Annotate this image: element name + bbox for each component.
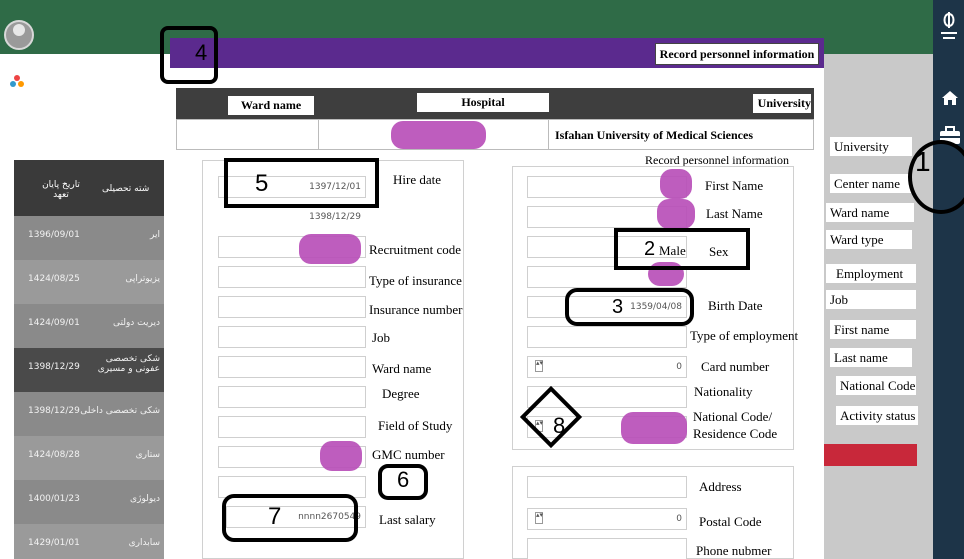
redacted-first-name [660,169,692,199]
address-label: Address [699,479,742,494]
field-of-study-input[interactable] [218,416,366,438]
redacted-national-code [621,412,687,444]
filter-employment[interactable]: Employment [826,264,916,283]
recruitment-code-label: Recruitment code [369,242,462,257]
callout-box-4 [160,26,218,84]
filter-last-name[interactable]: Last name [830,348,912,367]
callout-box-2 [614,228,750,270]
redacted-gmc-number [320,441,362,471]
search-button[interactable] [824,444,917,466]
callout-box-3 [565,288,694,326]
stepper-icon[interactable]: ▴▾ [535,360,543,372]
callout-number-7: 7 [268,503,282,530]
phone-number-input[interactable] [527,538,687,559]
table-date: 1400/01/23 [28,494,80,504]
dialog-title: Record personnel information [655,43,819,65]
employment-type-input[interactable] [527,326,687,348]
column-divider [318,119,319,150]
callout-number-8: 8 [553,413,566,438]
job-label: Job [372,330,391,345]
emblem-icon [941,12,957,39]
callout-number-3: 3 [612,296,624,318]
table-field: سابداری [128,538,160,548]
background-table-header: تاریخ پایان تعهد شته تحصیلی [14,160,164,216]
redacted-recruitment-code [299,234,361,264]
stepper-icon[interactable]: ▴▾ [535,512,543,524]
filter-university[interactable]: University [830,137,912,156]
filter-activity-status[interactable]: Activity status [836,406,918,425]
last-name-label: Last Name [706,206,763,221]
ward-name-label: Ward name [372,361,432,376]
callout-box-7 [222,494,358,542]
filter-national-code[interactable]: National Code [836,376,916,395]
table-date: 1396/09/01 [28,230,80,240]
filter-first-name[interactable]: First name [830,320,916,339]
field-of-study-label: Field of Study [378,418,453,433]
first-name-label: First Name [705,178,764,193]
table-date: 1424/08/28 [28,450,80,460]
residence-code-label: Residence Code [693,426,778,441]
national-code-label: National Code/ [693,409,773,424]
employment-type-label: Type of employment [690,328,799,343]
app-logo-icon [10,75,24,87]
table-date: 1424/09/01 [28,318,80,328]
address-input[interactable] [527,476,687,498]
table-date: 1398/12/29 [28,362,80,372]
header-university: University [753,94,811,113]
avatar-head [13,24,25,36]
callout-number-1: 1 [915,146,931,177]
table-field: یزیوتراپی [125,274,160,284]
column-header: تاریخ پایان تعهد [42,180,80,200]
home-icon[interactable] [940,88,960,108]
table-field: ستاری [135,450,160,460]
birth-date-label: Birth Date [708,298,763,313]
degree-input[interactable] [218,386,366,408]
callout-number-2: 2 [644,238,656,260]
callout-box-5 [224,158,379,208]
insurance-number-label: Insurance number [369,302,463,317]
callout-number-6: 6 [397,467,410,492]
column-divider [548,119,549,150]
postal-code-input[interactable]: 0 [527,508,687,530]
end-date-input[interactable]: 1398/12/29 [218,206,366,228]
redacted-hospital [391,121,486,149]
table-field: دیولوژی [130,494,160,504]
nationality-label: Nationality [694,384,753,399]
table-field: ایر [150,230,160,240]
table-date: 1424/08/25 [28,274,80,284]
phone-number-label: Phone nubmer [696,543,772,558]
table-field: دیریت دولتی [113,318,160,328]
table-field: شکی تخصصی عفونی و مسیری [97,354,160,374]
insurance-type-label: Type of insurance [369,273,462,288]
card-number-input[interactable]: 0 [527,356,687,378]
insurance-number-input[interactable] [218,296,366,318]
gmc-number-label: GMC number [372,447,445,462]
ward-name-input[interactable] [218,356,366,378]
redacted-last-name [657,199,695,229]
background-table: 1396/09/01 ایر 1424/08/25 یزیوتراپی 1424/0… [14,160,164,559]
callout-number-4: 4 [195,40,208,65]
card-number-label: Card number [701,359,770,374]
header-ward-name: Ward name [228,96,314,115]
filter-ward-name[interactable]: Ward name [826,203,914,222]
degree-label: Degree [382,386,420,401]
last-salary-label: Last salary [379,512,436,527]
table-date: 1398/12/29 [28,406,80,416]
job-input[interactable] [218,326,366,348]
filter-center-name[interactable]: Center name [830,174,912,193]
header-hospital: Hospital [417,93,549,112]
filter-job[interactable]: Job [826,290,916,309]
university-value: Isfahan University of Medical Sciences [555,128,753,142]
table-field: شکی تخصصی داخلی [80,406,160,416]
hire-date-label: Hire date [393,172,442,187]
callout-number-5: 5 [255,170,269,197]
filter-ward-type[interactable]: Ward type [826,230,912,249]
insurance-type-input[interactable] [218,266,366,288]
postal-code-label: Postal Code [699,514,762,529]
table-date: 1429/01/01 [28,538,80,548]
column-header: شته تحصیلی [102,184,150,194]
right-nav-bar [933,0,964,559]
